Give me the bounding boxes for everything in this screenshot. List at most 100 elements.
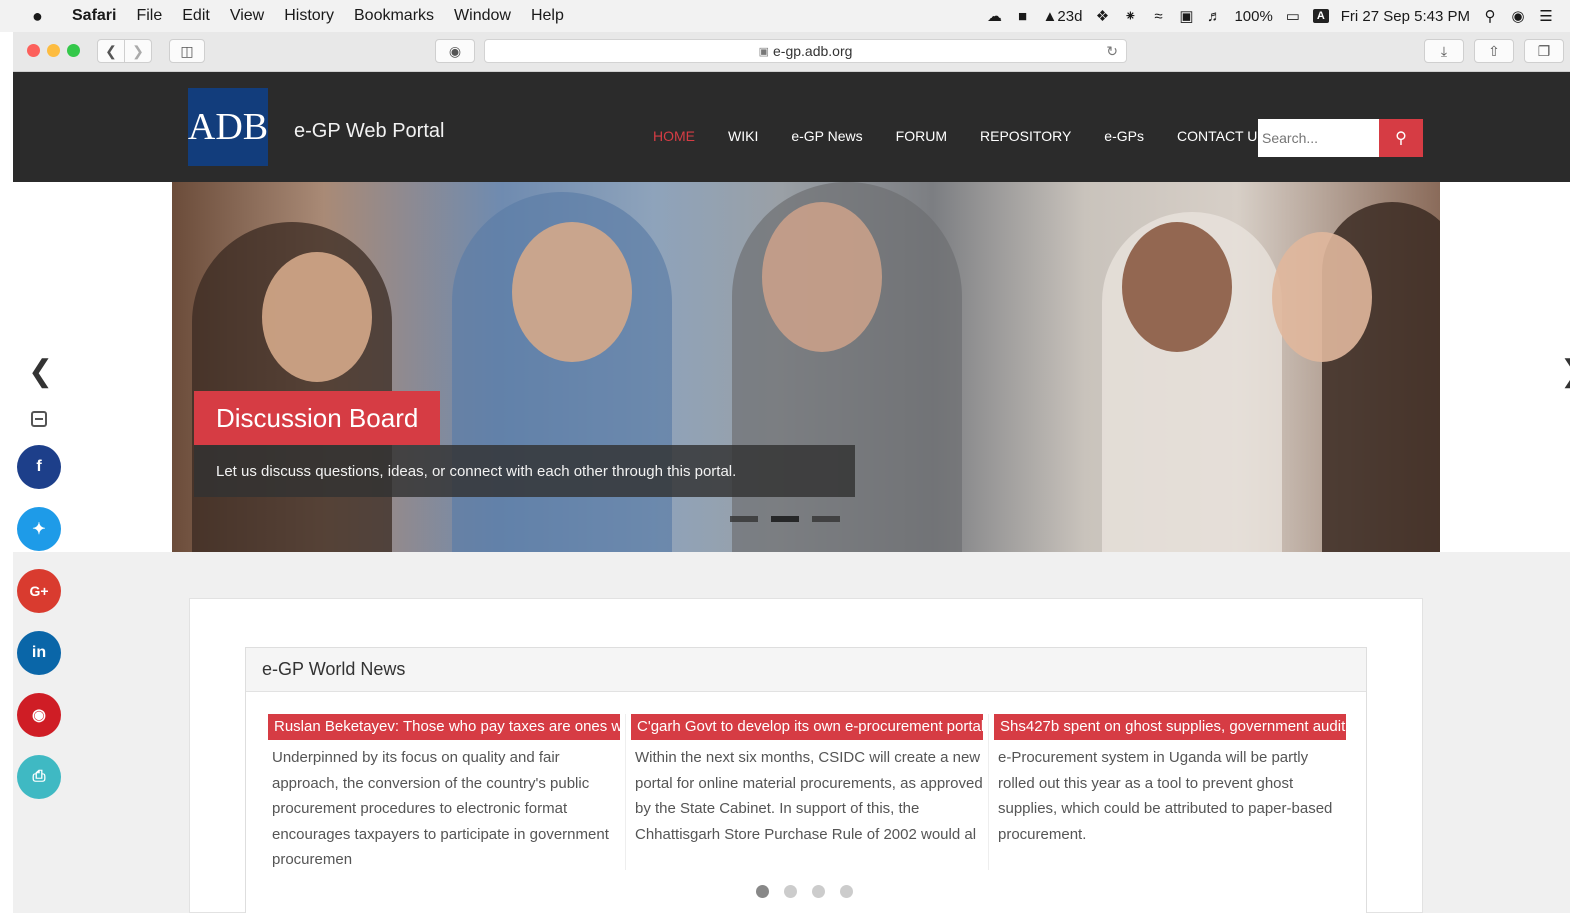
forward-button[interactable]: ❯ (124, 39, 152, 63)
battery-icon[interactable]: ▭ (1285, 7, 1301, 25)
hero-face-shape (762, 202, 882, 352)
slide-indicator-active[interactable] (771, 516, 799, 522)
cloud-icon[interactable]: ☁ (987, 7, 1003, 25)
news-page-dot-active[interactable] (756, 885, 769, 898)
menu-window[interactable]: Window (454, 7, 511, 25)
news-item-body: Within the next six months, CSIDC will c… (635, 749, 983, 843)
download-icon: ⤓ (1440, 42, 1448, 59)
twitter-icon: ✦ (32, 521, 46, 538)
tabs-icon: ❐ (1537, 42, 1551, 59)
hero-caption: Let us discuss questions, ideas, or conn… (194, 445, 855, 497)
print-button[interactable]: ⎙ (17, 755, 61, 799)
volume-icon[interactable]: ♬ (1206, 8, 1222, 25)
pinterest-share-button[interactable]: ◉ (17, 693, 61, 737)
slider-prev-button[interactable]: ❮ (28, 354, 53, 389)
menu-view[interactable]: View (230, 7, 264, 25)
menu-edit[interactable]: Edit (182, 7, 210, 25)
nav-forum[interactable]: FORUM (896, 128, 947, 144)
airplay-icon[interactable]: ▣ (1178, 7, 1194, 25)
slide-indicator[interactable] (812, 516, 840, 522)
hero-face-shape (1122, 222, 1232, 352)
facebook-icon: f (36, 458, 42, 475)
news-page-dot[interactable] (784, 885, 797, 898)
linkedin-share-button[interactable]: in (17, 631, 61, 675)
nav-contact-us[interactable]: CONTACT US (1177, 128, 1267, 144)
dropbox-icon[interactable]: ❖ (1094, 7, 1110, 25)
adb-logo[interactable]: ADB (188, 88, 268, 166)
portal-title[interactable]: e-GP Web Portal (294, 120, 444, 143)
hero-face-shape (262, 252, 372, 382)
share-button[interactable]: ⇧ (1474, 39, 1514, 63)
column-divider (625, 714, 626, 870)
siri-icon[interactable]: ◉ (1510, 7, 1526, 25)
nav-egps[interactable]: e-GPs (1104, 128, 1144, 144)
news-item: C'garh Govt to develop its own e-procure… (631, 714, 989, 870)
news-page-dot[interactable] (812, 885, 825, 898)
menu-file[interactable]: File (136, 7, 162, 25)
privacy-extension-button[interactable]: ◉ (435, 39, 475, 63)
bluetooth-icon[interactable]: ⁕ (1122, 7, 1138, 25)
search-button[interactable]: ⚲ (1379, 119, 1423, 157)
search-input[interactable] (1258, 119, 1379, 157)
close-window-button[interactable] (27, 44, 40, 57)
tab-overview-button[interactable]: ❐ (1524, 39, 1564, 63)
wifi-icon[interactable]: ≈ (1150, 8, 1166, 25)
news-item-title[interactable]: C'garh Govt to develop its own e-procure… (631, 714, 983, 740)
clock[interactable]: Fri 27 Sep 5:43 PM (1341, 8, 1470, 25)
news-item: Ruslan Beketayev: Those who pay taxes ar… (268, 714, 626, 873)
twitter-share-button[interactable]: ✦ (17, 507, 61, 551)
news-item: Shs427b spent on ghost supplies, governm… (994, 714, 1346, 847)
minimize-window-button[interactable] (47, 44, 60, 57)
chevron-left-icon: ❮ (105, 42, 117, 59)
facebook-share-button[interactable]: f (17, 445, 61, 489)
downloads-button[interactable]: ⤓ (1424, 39, 1464, 63)
site-header: ADB e-GP Web Portal HOME WIKI e-GP News … (13, 72, 1570, 182)
notification-center-icon[interactable]: ☰ (1538, 7, 1554, 25)
macos-menubar: ● Safari File Edit View History Bookmark… (0, 0, 1570, 32)
hero-slider: Discussion Board Let us discuss question… (172, 182, 1440, 552)
main-nav: HOME WIKI e-GP News FORUM REPOSITORY e-G… (653, 128, 1267, 144)
hero-face-shape (1272, 232, 1372, 362)
news-item-body: Underpinned by its focus on quality and … (272, 749, 609, 868)
menu-help[interactable]: Help (531, 7, 564, 25)
status-area: ☁ ■ ▲23d ❖ ⁕ ≈ ▣ ♬ 100% ▭ A Fri 27 Sep 5… (987, 0, 1554, 32)
nav-home[interactable]: HOME (653, 128, 695, 144)
adobe-status[interactable]: ▲23d (1043, 8, 1083, 25)
sidebar-toggle-button[interactable]: ◫ (169, 39, 205, 63)
back-button[interactable]: ❮ (97, 39, 125, 63)
nav-wiki[interactable]: WIKI (728, 128, 758, 144)
monitor-icon[interactable]: ■ (1015, 8, 1031, 25)
pinterest-icon: ◉ (32, 707, 46, 724)
googleplus-share-button[interactable]: G+ (17, 569, 61, 613)
slide-indicator[interactable] (730, 516, 758, 522)
sidebar-icon: ◫ (180, 42, 194, 59)
battery-percent: 100% (1234, 7, 1273, 25)
news-item-title[interactable]: Ruslan Beketayev: Those who pay taxes ar… (268, 714, 620, 740)
chevron-left-icon: ❮ (28, 355, 54, 388)
slider-next-button[interactable]: ❯ (1560, 354, 1570, 389)
chevron-right-icon: ❯ (1560, 355, 1570, 388)
news-pagination (756, 885, 853, 898)
address-bar[interactable]: ▣ e-gp.adb.org ↻ (484, 39, 1127, 63)
nav-repository[interactable]: REPOSITORY (980, 128, 1071, 144)
spotlight-search-icon[interactable]: ⚲ (1482, 7, 1498, 25)
news-item-body: e-Procurement system in Uganda will be p… (998, 749, 1333, 843)
input-source-badge[interactable]: A (1312, 9, 1329, 23)
menu-history[interactable]: History (284, 7, 334, 25)
search-icon: ⚲ (1395, 130, 1407, 147)
browser-toolbar: ❮ ❯ ◫ ◉ ▣ e-gp.adb.org ↻ ⤓ ⇧ ❐ (13, 32, 1570, 72)
share-icon: ⇧ (1488, 42, 1500, 59)
lock-icon: ▣ (758, 45, 769, 58)
hero-title[interactable]: Discussion Board (194, 391, 441, 445)
reload-icon[interactable]: ↻ (1106, 43, 1118, 60)
news-item-title[interactable]: Shs427b spent on ghost supplies, governm… (994, 714, 1346, 740)
menu-bookmarks[interactable]: Bookmarks (354, 7, 434, 25)
fullscreen-window-button[interactable] (67, 44, 80, 57)
chevron-right-icon: ❯ (132, 42, 144, 59)
print-icon: ⎙ (32, 768, 46, 785)
apple-menu-icon[interactable]: ● (32, 6, 50, 27)
menu-safari[interactable]: Safari (72, 7, 116, 25)
nav-egp-news[interactable]: e-GP News (791, 128, 862, 144)
news-page-dot[interactable] (840, 885, 853, 898)
share-bar-toggle-icon[interactable] (31, 411, 47, 427)
